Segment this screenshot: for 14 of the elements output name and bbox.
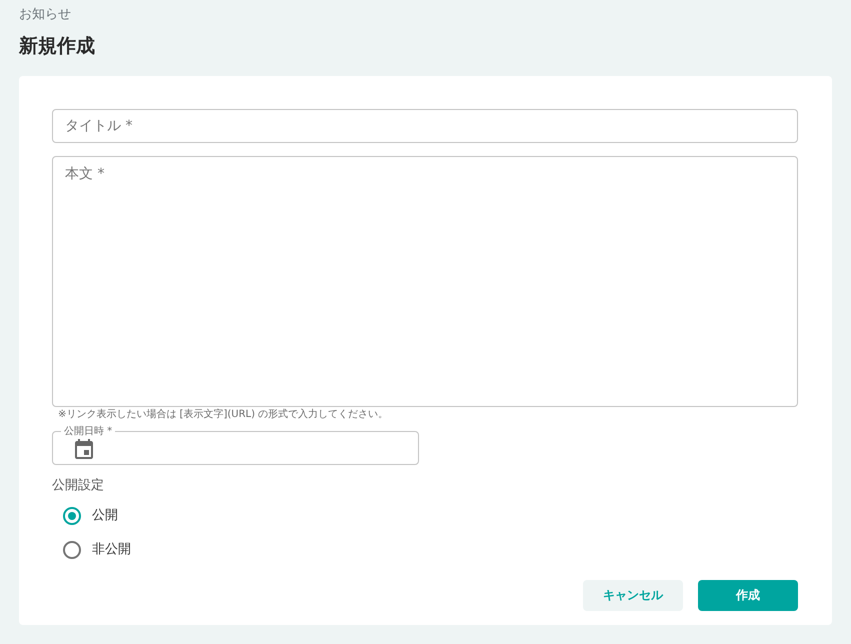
create-button[interactable]: 作成 [698,580,798,611]
date-label: 公開日時 * [63,426,114,437]
radio-label[interactable]: 非公開 [92,541,131,559]
radio-label[interactable]: 公開 [92,507,118,525]
date-field[interactable]: 公開日時 * [52,426,419,465]
page-title: 新規作成 [19,34,95,59]
title-input[interactable]: タイトル * [52,109,798,143]
visibility-label: 公開設定 [52,477,104,495]
breadcrumb[interactable]: お知らせ [19,6,71,24]
calendar-icon[interactable] [74,439,94,459]
body-hint: ※リンク表示したい場合は [表示文字](URL) の形式で入力してください。 [58,408,388,422]
body-textarea[interactable]: 本文 * [52,156,798,407]
radio-button[interactable] [63,541,81,559]
radio-button[interactable] [63,507,81,525]
